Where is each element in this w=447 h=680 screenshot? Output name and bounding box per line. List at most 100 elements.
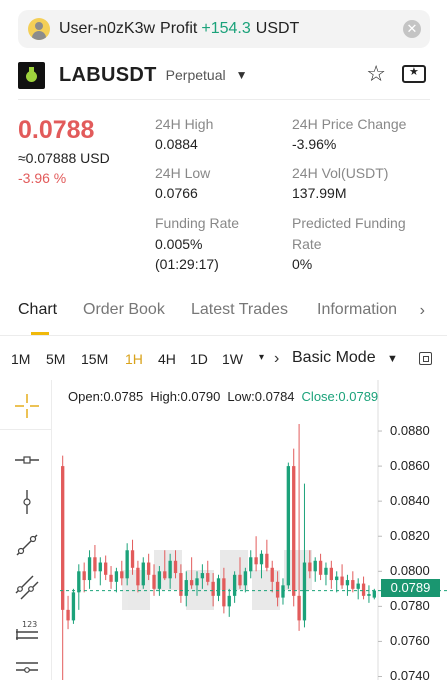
crosshair-icon[interactable]: [13, 392, 41, 420]
timeframe-1h[interactable]: 1H: [125, 351, 143, 367]
candle-body: [243, 571, 248, 586]
candle-body: [146, 562, 151, 575]
funding-value: 0.005%: [155, 236, 203, 252]
candle-body: [104, 562, 108, 575]
fullscreen-icon[interactable]: [419, 352, 432, 365]
candle-body: [157, 571, 162, 589]
vertical-line-icon[interactable]: [13, 488, 41, 516]
candle-body: [222, 578, 226, 607]
candle-body: [270, 567, 274, 582]
funding-countdown: (01:29:17): [155, 256, 219, 272]
tab-latest-trades[interactable]: Latest Trades: [191, 301, 288, 319]
predicted-funding-label: Predicted Funding: [292, 215, 406, 231]
fib-lines-icon[interactable]: [13, 655, 41, 680]
y-tick-label: 0.0880: [390, 423, 430, 439]
tab-bar: Chart Order Book Latest Trades Informati…: [0, 296, 447, 336]
candle-body: [98, 562, 102, 572]
avatar: [28, 18, 50, 40]
username: User-n0zK3w: [59, 20, 156, 37]
candle-body: [216, 578, 221, 596]
candle-body: [66, 609, 70, 621]
vol-value: 137.99M: [292, 185, 347, 201]
candle-body: [179, 573, 183, 596]
candle-body: [168, 560, 172, 579]
candle-body: [173, 560, 178, 574]
timeframe-4h[interactable]: 4H: [158, 351, 176, 367]
candle-body: [77, 571, 81, 593]
predicted-funding-value: 0%: [292, 256, 313, 272]
candle-body: [297, 595, 301, 621]
candle-body: [211, 581, 215, 596]
candle-body: [308, 562, 312, 572]
chevron-right-icon[interactable]: ›: [274, 350, 279, 368]
coupon-icon[interactable]: [402, 65, 426, 83]
last-price-tag: 0.0789: [381, 579, 440, 597]
candle-body: [367, 594, 371, 596]
candle-body: [302, 562, 307, 621]
candlestick-chart[interactable]: [52, 380, 447, 680]
candle-body: [141, 562, 145, 586]
chart-mode-select[interactable]: Basic Mode: [292, 349, 376, 367]
tab-order-book[interactable]: Order Book: [83, 301, 165, 319]
candle-body: [125, 550, 129, 579]
y-tick-label: 0.0800: [390, 563, 430, 579]
candle-body: [232, 574, 237, 596]
trend-line-icon[interactable]: [13, 531, 41, 559]
last-price: 0.0788: [18, 116, 95, 144]
candle-body: [189, 580, 194, 586]
candle-body: [351, 580, 355, 589]
y-tick-label: 0.0820: [390, 528, 430, 544]
divider: [0, 335, 447, 336]
candle-body: [61, 466, 65, 610]
timeframe-1d[interactable]: 1D: [190, 351, 208, 367]
candle-body: [340, 576, 344, 586]
y-tick-label: 0.0760: [390, 633, 430, 649]
timeframe-5m[interactable]: 5M: [46, 351, 65, 367]
contract-type[interactable]: Perpetual: [166, 67, 226, 83]
candle-body: [259, 553, 264, 565]
pair-name[interactable]: LABUSDT: [59, 64, 157, 87]
favorite-star-icon[interactable]: ☆: [366, 61, 386, 87]
profit-banner[interactable]: User-n0zK3w Profit +154.3 USDT ✕: [18, 10, 430, 48]
profit-unit: USDT: [255, 20, 300, 37]
y-tick-label: 0.0860: [390, 458, 430, 474]
drawing-toolbar: 123: [0, 380, 52, 680]
candle-body: [286, 466, 291, 586]
tabs-scroll-icon[interactable]: ›: [420, 302, 425, 320]
timeframe-1m[interactable]: 1M: [11, 351, 30, 367]
candle-body: [281, 585, 285, 598]
vol-label: 24H Vol(USDT): [292, 165, 389, 181]
candle-body: [324, 567, 328, 575]
tab-chart[interactable]: Chart: [18, 301, 57, 319]
candle-body: [195, 578, 199, 586]
predicted-funding-label-2: Rate: [292, 236, 322, 252]
svg-text:123: 123: [22, 620, 37, 629]
close-icon[interactable]: ✕: [403, 20, 421, 38]
candle-body: [361, 583, 366, 596]
candle-body: [82, 571, 86, 581]
high-value: 0.0884: [155, 136, 198, 152]
tab-information[interactable]: Information: [317, 301, 397, 319]
candle-body: [265, 553, 269, 568]
candle-body: [87, 557, 92, 581]
horizontal-line-icon[interactable]: [13, 446, 41, 474]
profit-value: +154.3: [201, 20, 251, 37]
more-timeframes-icon[interactable]: ▾: [259, 352, 264, 363]
timeframe-15m[interactable]: 15M: [81, 351, 108, 367]
parallel-channel-icon[interactable]: [13, 573, 41, 601]
price-range-icon[interactable]: 123: [13, 616, 41, 644]
pair-dropdown-icon[interactable]: ▼: [236, 68, 248, 82]
chevron-down-icon[interactable]: ▼: [387, 353, 398, 365]
candle-body: [71, 592, 76, 621]
y-tick-label: 0.0780: [390, 598, 430, 614]
low-label: 24H Low: [155, 165, 211, 181]
pair-header: LABUSDT Perpetual ▼ ☆: [18, 60, 430, 90]
change-label: 24H Price Change: [292, 116, 407, 132]
profit-label: Profit: [160, 20, 198, 37]
timeframe-1w[interactable]: 1W: [222, 351, 243, 367]
candle-body: [292, 466, 296, 596]
funding-label: Funding Rate: [155, 215, 240, 231]
y-tick-label: 0.0740: [390, 668, 430, 680]
token-logo: [18, 61, 45, 89]
candle-body: [335, 576, 339, 581]
